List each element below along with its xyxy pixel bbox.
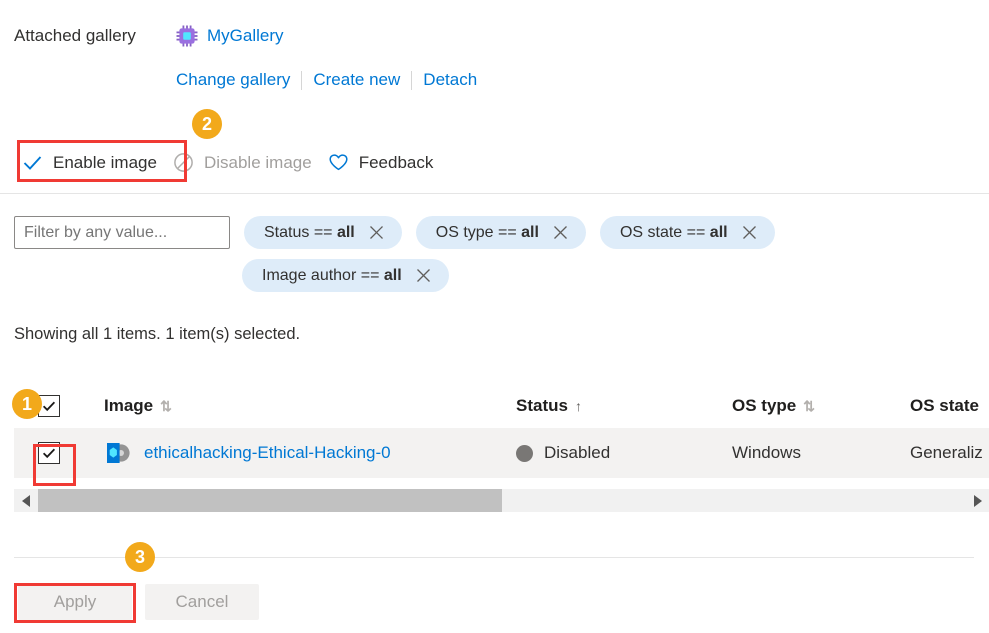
command-bar: Enable image Disable image Feedback [14,146,441,178]
filter-pill-status-text: Status == all [264,224,355,241]
feedback-label: Feedback [358,152,434,172]
filter-pill-image-author-text: Image author == all [262,267,402,284]
results-summary: Showing all 1 items. 1 item(s) selected. [14,325,301,343]
column-header-os-type-label: OS type [732,395,797,415]
status-dot-icon [516,444,533,462]
grid-header-os-state-cell: OS state [910,396,989,416]
scrollbar-track[interactable] [38,489,965,512]
checkmark-icon [22,152,43,173]
attached-gallery-row: Attached gallery MyGallery [14,24,284,48]
attached-gallery-value: MyGallery [176,24,284,48]
filter-pill-os-state-text: OS state == all [619,224,728,241]
disable-image-button[interactable]: Disable image [165,146,320,178]
remove-filter-os-state-icon[interactable] [742,225,757,240]
filter-area: Status == all OS type == all OS state ==… [14,216,974,292]
annotation-badge-1: 1 [12,389,42,419]
row-status-cell: Disabled [516,443,732,463]
column-header-status-label: Status [516,395,568,415]
filter-pill-os-type[interactable]: OS type == all [415,216,586,249]
grid-header-row: Image ⇅ Status ↑ OS type ⇅ OS state [14,383,989,428]
column-header-status[interactable]: Status ↑ [516,395,582,416]
row-select-cell [14,442,104,464]
cancel-button[interactable]: Cancel [145,584,259,620]
filter-pill-row-2: Image author == all [14,259,974,292]
action-separator-1 [301,70,303,90]
annotation-badge-3: 3 [125,542,155,572]
disable-image-label: Disable image [203,152,312,172]
row-image-link[interactable]: ethicalhacking-Ethical-Hacking-0 [144,443,391,463]
filter-pill-os-type-text: OS type == all [435,224,539,241]
remove-filter-image-author-icon[interactable] [416,268,431,283]
grid-horizontal-scrollbar[interactable] [14,489,989,512]
footer-actions: Apply Cancel [18,584,259,620]
enable-image-button[interactable]: Enable image [14,146,165,178]
action-separator-2 [411,70,413,90]
images-grid: Image ⇅ Status ↑ OS type ⇅ OS state ethi… [14,383,989,478]
gallery-name-link[interactable]: MyGallery [207,24,284,48]
scroll-left-arrow-icon[interactable] [14,489,38,512]
attached-gallery-label: Attached gallery [14,26,136,45]
column-header-image[interactable]: Image ⇅ [104,395,172,416]
row-status-text: Disabled [544,443,611,462]
sort-both-icon: ⇅ [160,397,172,414]
toolbar-divider [0,193,989,194]
filter-pill-status[interactable]: Status == all [244,216,402,249]
scroll-right-arrow-icon[interactable] [965,489,989,512]
remove-filter-status-icon[interactable] [369,225,384,240]
grid-header-status-cell: Status ↑ [516,396,732,416]
sort-ascending-icon: ↑ [574,397,582,414]
vm-image-icon [104,441,132,465]
row-os-state-text: Generaliz [910,443,983,462]
table-row[interactable]: ethicalhacking-Ethical-Hacking-0 Disable… [14,428,989,478]
column-header-image-label: Image [104,395,154,415]
column-header-os-state-label: OS state [910,395,979,415]
filter-pill-os-state[interactable]: OS state == all [599,216,775,249]
column-header-os-type[interactable]: OS type ⇅ [732,395,815,416]
apply-button[interactable]: Apply [18,584,132,620]
grid-header-os-type-cell: OS type ⇅ [732,396,910,416]
gallery-chip-icon [176,25,198,47]
remove-filter-os-type-icon[interactable] [553,225,568,240]
create-new-link[interactable]: Create new [313,70,400,90]
filter-pill-image-author[interactable]: Image author == all [242,259,449,292]
column-header-os-state[interactable]: OS state [910,396,979,416]
row-image-cell: ethicalhacking-Ethical-Hacking-0 [104,441,516,465]
feedback-button[interactable]: Feedback [320,146,442,178]
row-checkbox[interactable] [38,442,60,464]
scrollbar-thumb[interactable] [38,489,502,512]
annotation-badge-2: 2 [192,109,222,139]
change-gallery-link[interactable]: Change gallery [176,70,290,90]
block-icon [173,152,194,173]
footer-divider [14,557,974,558]
row-os-type-cell: Windows [732,443,910,463]
gallery-actions: Change gallery Create new Detach [176,70,477,90]
enable-image-label: Enable image [53,152,157,172]
sort-both-icon: ⇅ [803,397,815,414]
heart-icon [328,152,349,173]
grid-header-image-cell: Image ⇅ [104,396,516,416]
row-os-state-cell: Generaliz [910,443,989,463]
detach-link[interactable]: Detach [423,70,477,90]
row-os-type-text: Windows [732,443,801,462]
filter-search-input[interactable] [14,216,230,249]
